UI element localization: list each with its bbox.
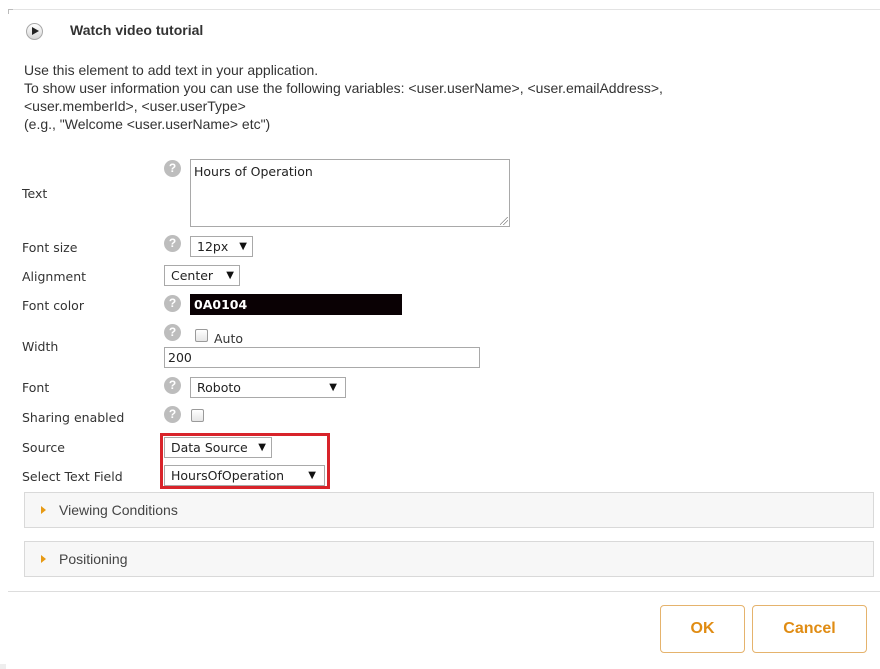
sharing-enabled-label: Sharing enabled [22,410,125,425]
caret-down-icon: ▼ [226,270,234,281]
dialog-corner [8,9,13,14]
font-select[interactable]: Roboto ▼ [190,377,346,398]
alignment-value: Center [171,268,214,283]
sharing-enabled-checkbox[interactable] [191,409,204,422]
positioning-title: Positioning [59,551,128,567]
text-input-value: Hours of Operation [194,164,313,179]
description-line: (e.g., "Welcome <user.userName> etc") [24,116,271,132]
description-line: <user.memberId>, <user.userType> [24,98,246,114]
resize-handle-icon[interactable] [500,217,508,225]
description-line: Use this element to add text in your app… [24,62,319,78]
play-icon[interactable] [26,23,43,40]
watch-video-link[interactable]: Watch video tutorial [70,22,203,38]
cancel-button[interactable]: Cancel [752,605,867,653]
caret-down-icon: ▼ [329,382,337,393]
width-label: Width [22,339,59,354]
text-label: Text [22,186,48,201]
expand-triangle-icon [41,506,46,514]
caret-down-icon: ▼ [239,241,247,252]
help-icon[interactable]: ? [164,324,181,341]
font-size-select[interactable]: 12px ▼ [190,236,253,257]
font-value: Roboto [197,380,241,395]
window-edge [0,664,6,669]
description-line: To show user information you can use the… [24,80,663,96]
dialog-top-border [8,9,880,10]
font-color-label: Font color [22,298,84,313]
select-text-field-label: Select Text Field [22,469,123,484]
font-size-value: 12px [197,239,229,254]
alignment-label: Alignment [22,269,87,284]
source-label: Source [22,440,65,455]
font-size-label: Font size [22,240,78,255]
help-icon[interactable]: ? [164,160,181,177]
viewing-conditions-title: Viewing Conditions [59,502,178,518]
positioning-panel[interactable]: Positioning [24,541,874,577]
viewing-conditions-panel[interactable]: Viewing Conditions [24,492,874,528]
text-input[interactable]: Hours of Operation [190,159,510,227]
footer-divider [8,591,880,592]
width-input[interactable]: 200 [164,347,480,368]
auto-label: Auto [214,331,244,346]
font-label: Font [22,380,50,395]
help-icon[interactable]: ? [164,235,181,252]
auto-width-checkbox[interactable] [195,329,208,342]
element-description: Use this element to add text in your app… [24,61,864,133]
help-icon[interactable]: ? [164,377,181,394]
expand-triangle-icon [41,555,46,563]
font-color-picker[interactable]: 0A0104 [190,294,402,315]
help-icon[interactable]: ? [164,406,181,423]
alignment-select[interactable]: Center ▼ [164,265,240,286]
ok-button[interactable]: OK [660,605,745,653]
help-icon[interactable]: ? [164,295,181,312]
highlight-box [160,433,330,489]
